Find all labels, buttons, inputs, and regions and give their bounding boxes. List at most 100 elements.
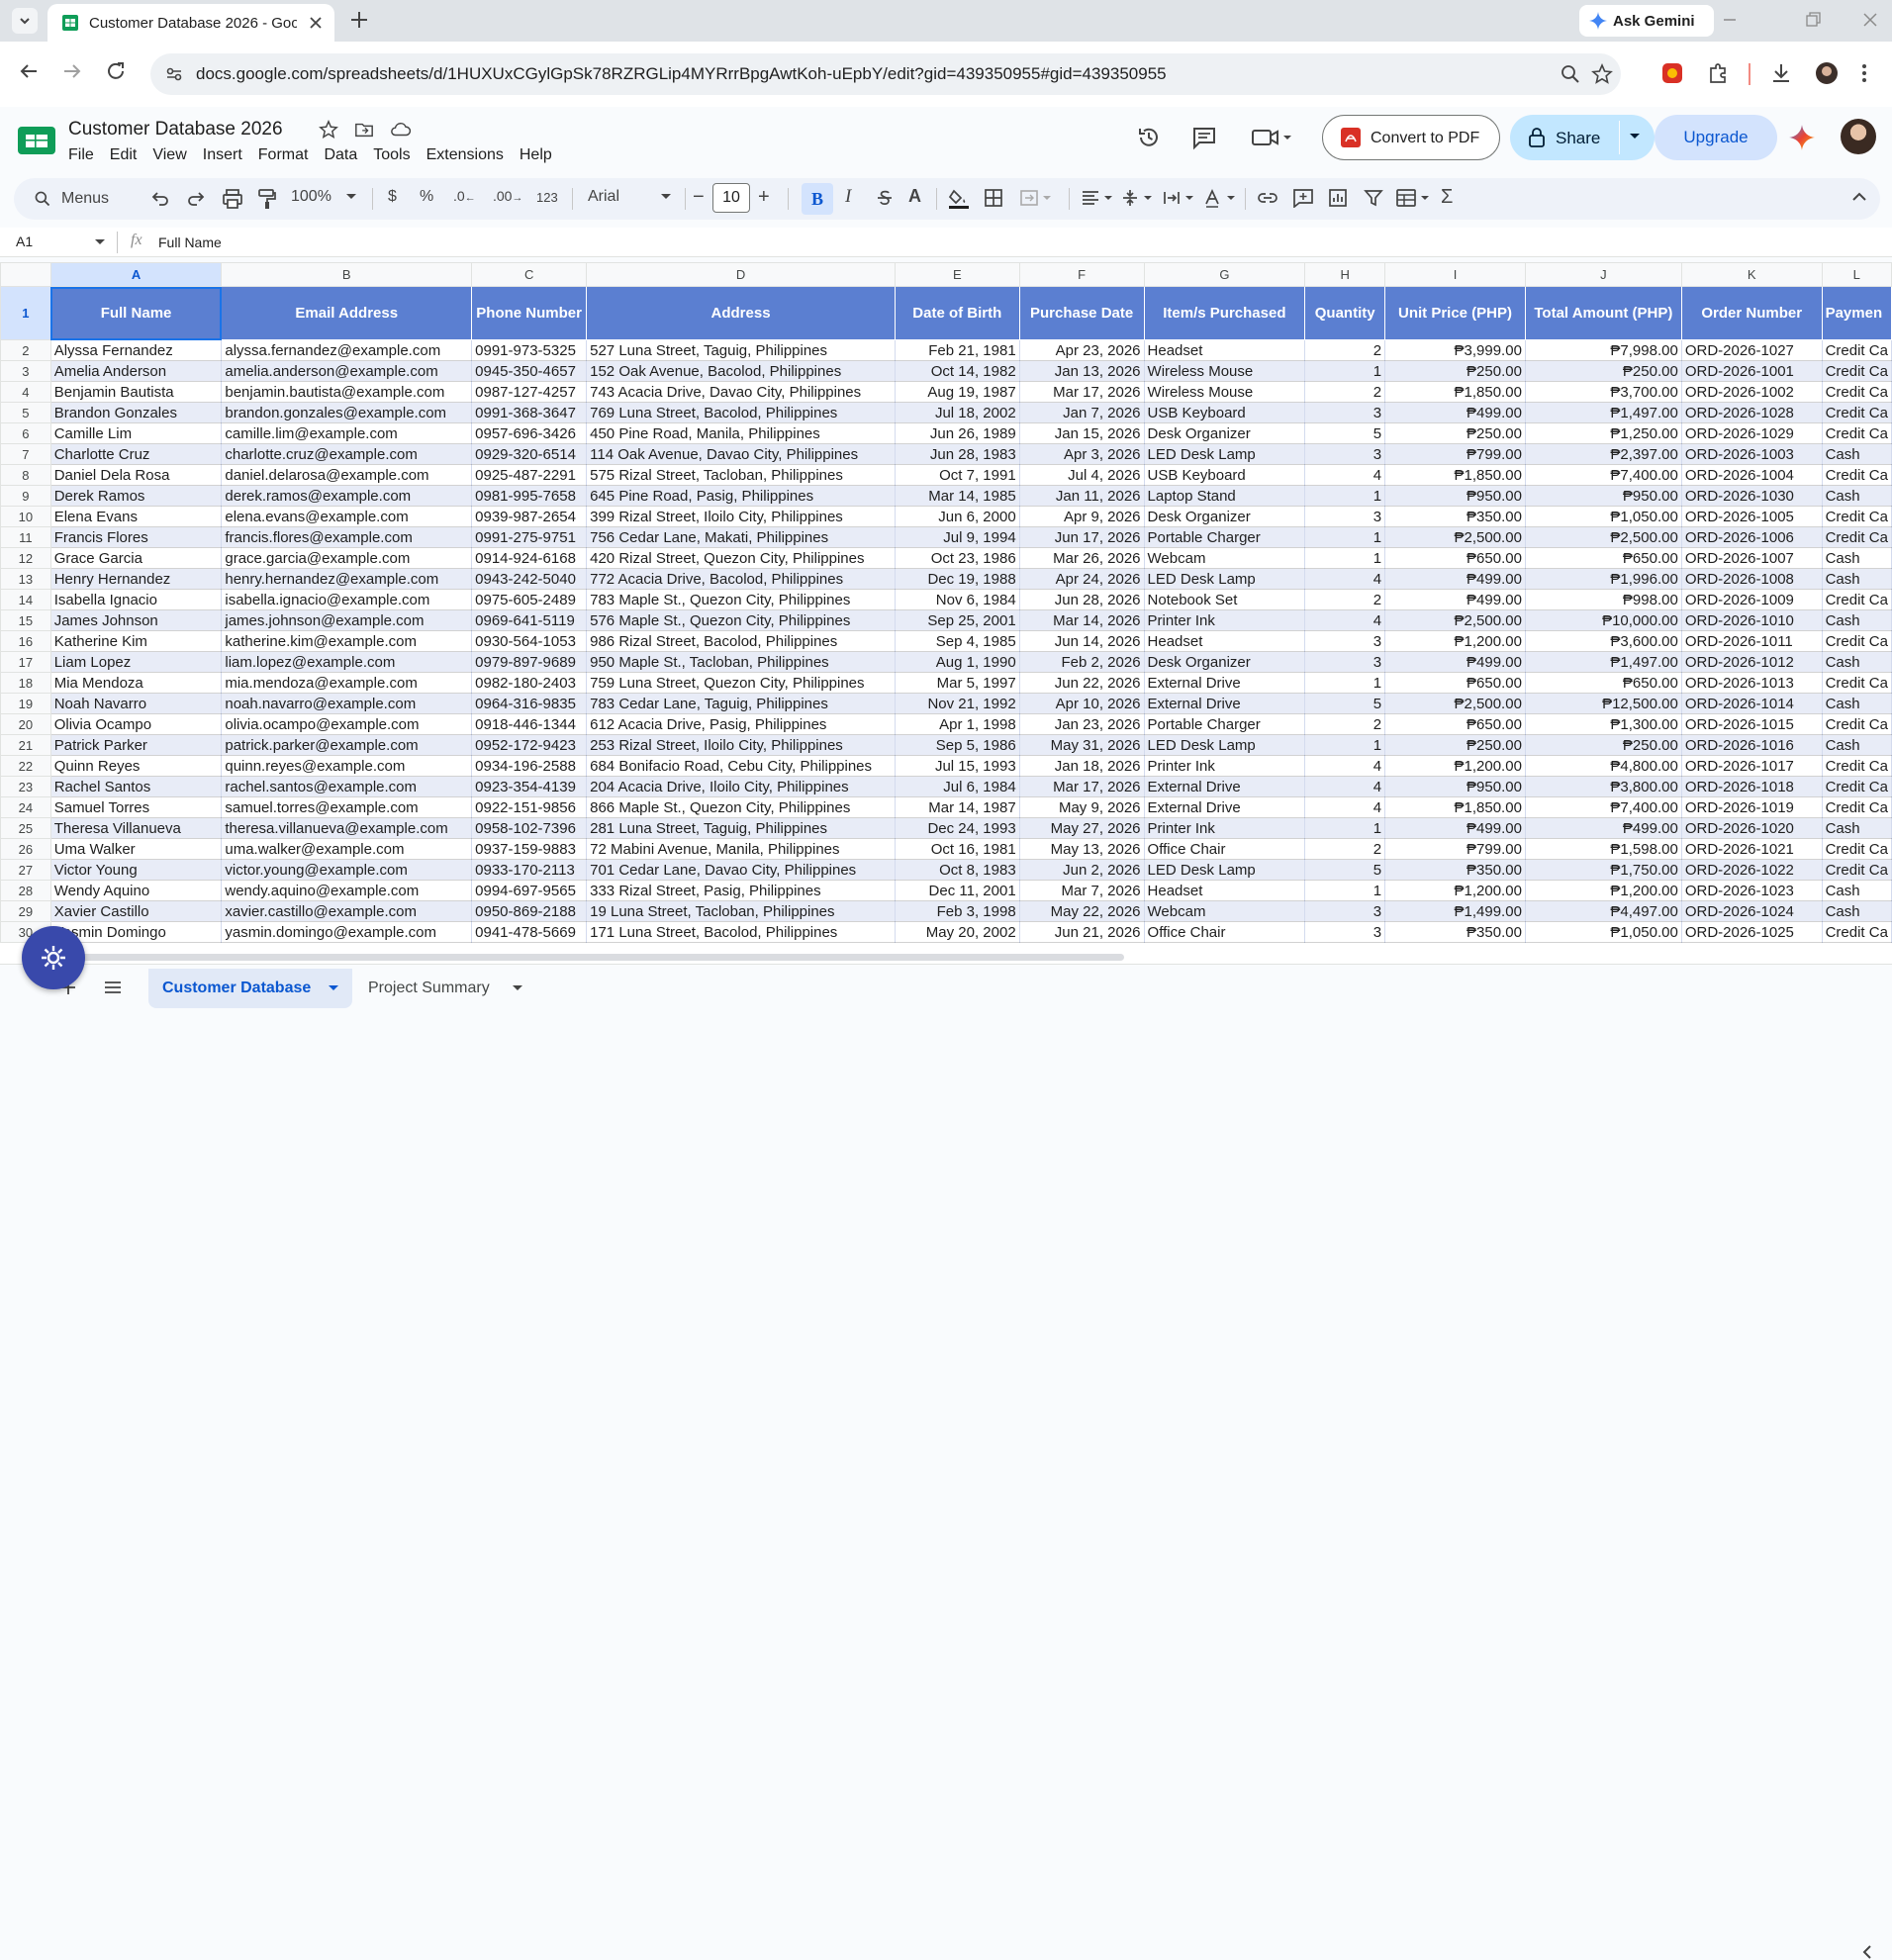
table-cell[interactable]: Cash <box>1821 900 1892 922</box>
paint-format-icon[interactable] <box>257 188 277 210</box>
table-cell[interactable]: Cash <box>1821 651 1892 673</box>
row-header[interactable]: 21 <box>0 734 51 756</box>
bold-button[interactable]: B <box>802 183 833 215</box>
table-cell[interactable]: Derek Ramos <box>49 485 223 507</box>
table-cell[interactable]: Amelia Anderson <box>49 360 223 382</box>
table-cell[interactable]: Jan 11, 2026 <box>1018 485 1145 507</box>
table-cell[interactable]: Quinn Reyes <box>49 755 223 777</box>
table-cell[interactable]: 0981-995-7658 <box>471 485 588 507</box>
table-cell[interactable]: 4 <box>1304 464 1386 486</box>
decrease-decimal-button[interactable]: .0← <box>453 188 476 204</box>
table-cell[interactable]: ₱1,850.00 <box>1384 381 1526 403</box>
table-cell[interactable]: Portable Charger <box>1143 713 1306 735</box>
table-cell[interactable]: ₱650.00 <box>1384 547 1526 569</box>
zoom-select[interactable]: 100% <box>291 188 331 206</box>
table-cell[interactable]: ₱950.00 <box>1384 776 1526 797</box>
table-cell[interactable]: elena.evans@example.com <box>221 506 473 527</box>
currency-format-button[interactable]: $ <box>388 188 397 206</box>
table-cell[interactable]: ORD-2026-1022 <box>1680 859 1823 881</box>
table-cell[interactable]: ₱1,850.00 <box>1384 464 1526 486</box>
table-cell[interactable]: Credit Ca <box>1821 838 1892 860</box>
table-cell[interactable]: Feb 3, 1998 <box>894 900 1020 922</box>
sheet-tab-project-summary[interactable]: Project Summary <box>356 969 534 1008</box>
table-cell[interactable]: Oct 14, 1982 <box>894 360 1020 382</box>
table-cell[interactable]: 1 <box>1304 880 1386 901</box>
table-cell[interactable]: amelia.anderson@example.com <box>221 360 473 382</box>
table-cell[interactable]: 1 <box>1304 672 1386 694</box>
table-cell[interactable]: xavier.castillo@example.com <box>221 900 473 922</box>
table-cell[interactable]: ₱250.00 <box>1384 422 1526 444</box>
header-cell[interactable]: Address <box>586 286 896 340</box>
table-cell[interactable]: Feb 21, 1981 <box>894 339 1020 361</box>
table-cell[interactable]: Brandon Gonzales <box>49 402 223 423</box>
table-cell[interactable]: Mar 5, 1997 <box>894 672 1020 694</box>
table-cell[interactable]: ORD-2026-1009 <box>1680 589 1823 610</box>
column-header-e[interactable]: E <box>894 262 1020 287</box>
share-button[interactable]: Share <box>1510 115 1655 160</box>
table-cell[interactable]: 575 Rizal Street, Tacloban, Philippines <box>586 464 896 486</box>
table-cell[interactable]: Victor Young <box>49 859 223 881</box>
table-cell[interactable]: 281 Luna Street, Taguig, Philippines <box>586 817 896 839</box>
table-cell[interactable]: 743 Acacia Drive, Davao City, Philippine… <box>586 381 896 403</box>
table-cell[interactable]: ₱2,500.00 <box>1384 609 1526 631</box>
table-cell[interactable]: patrick.parker@example.com <box>221 734 473 756</box>
table-cell[interactable]: ₱799.00 <box>1384 838 1526 860</box>
table-cell[interactable]: ₱7,998.00 <box>1524 339 1682 361</box>
table-cell[interactable]: 2 <box>1304 589 1386 610</box>
select-all-corner[interactable] <box>0 262 51 287</box>
table-cell[interactable]: Credit Ca <box>1821 381 1892 403</box>
table-cell[interactable]: ₱2,500.00 <box>1384 693 1526 714</box>
header-cell[interactable]: Email Address <box>221 286 473 340</box>
table-cell[interactable]: Mar 7, 2026 <box>1018 880 1145 901</box>
cloud-saved-icon[interactable] <box>390 120 412 140</box>
table-cell[interactable]: ₱1,497.00 <box>1524 651 1682 673</box>
row-header[interactable]: 1 <box>0 286 51 340</box>
table-cell[interactable]: Nov 21, 1992 <box>894 693 1020 714</box>
table-cell[interactable]: Wireless Mouse <box>1143 360 1306 382</box>
table-cell[interactable]: Jul 4, 2026 <box>1018 464 1145 486</box>
table-cell[interactable]: Credit Ca <box>1821 464 1892 486</box>
extensions-puzzle-icon[interactable] <box>1706 61 1730 85</box>
header-cell[interactable]: Item/s Purchased <box>1143 286 1306 340</box>
table-cell[interactable]: Feb 2, 2026 <box>1018 651 1145 673</box>
table-cell[interactable]: ORD-2026-1008 <box>1680 568 1823 590</box>
table-cell[interactable]: Credit Ca <box>1821 422 1892 444</box>
table-cell[interactable]: ₱1,598.00 <box>1524 838 1682 860</box>
table-cell[interactable]: Headset <box>1143 339 1306 361</box>
table-cell[interactable]: 0991-275-9751 <box>471 526 588 548</box>
merge-cells-icon[interactable] <box>1019 188 1053 208</box>
table-cell[interactable]: ₱1,497.00 <box>1524 402 1682 423</box>
table-cell[interactable]: Credit Ca <box>1821 402 1892 423</box>
table-cell[interactable]: Apr 24, 2026 <box>1018 568 1145 590</box>
table-cell[interactable]: Francis Flores <box>49 526 223 548</box>
table-cell[interactable]: Jul 6, 1984 <box>894 776 1020 797</box>
menu-tools[interactable]: Tools <box>373 146 420 164</box>
bookmark-star-icon[interactable] <box>1591 63 1613 85</box>
table-cell[interactable]: Portable Charger <box>1143 526 1306 548</box>
row-header[interactable]: 19 <box>0 693 51 714</box>
menu-file[interactable]: File <box>68 146 104 164</box>
sheets-logo-icon[interactable] <box>18 127 55 154</box>
table-cell[interactable]: Isabella Ignacio <box>49 589 223 610</box>
table-cell[interactable]: LED Desk Lamp <box>1143 859 1306 881</box>
menu-data[interactable]: Data <box>324 146 367 164</box>
row-header[interactable]: 6 <box>0 422 51 444</box>
table-cell[interactable]: Jul 15, 1993 <box>894 755 1020 777</box>
table-cell[interactable]: 333 Rizal Street, Pasig, Philippines <box>586 880 896 901</box>
table-cell[interactable]: Jun 28, 1983 <box>894 443 1020 465</box>
vertical-align-icon[interactable] <box>1120 188 1154 208</box>
table-cell[interactable]: 1 <box>1304 485 1386 507</box>
table-cell[interactable]: 3 <box>1304 630 1386 652</box>
table-cell[interactable]: Jun 22, 2026 <box>1018 672 1145 694</box>
table-cell[interactable]: 612 Acacia Drive, Pasig, Philippines <box>586 713 896 735</box>
table-cell[interactable]: 4 <box>1304 776 1386 797</box>
table-cell[interactable]: Jun 21, 2026 <box>1018 921 1145 943</box>
print-icon[interactable] <box>222 188 243 210</box>
table-cell[interactable]: ₱499.00 <box>1384 817 1526 839</box>
table-cell[interactable]: victor.young@example.com <box>221 859 473 881</box>
row-header[interactable]: 3 <box>0 360 51 382</box>
table-cell[interactable]: Patrick Parker <box>49 734 223 756</box>
table-cell[interactable]: 756 Cedar Lane, Makati, Philippines <box>586 526 896 548</box>
table-cell[interactable]: 0941-478-5669 <box>471 921 588 943</box>
table-cell[interactable]: rachel.santos@example.com <box>221 776 473 797</box>
